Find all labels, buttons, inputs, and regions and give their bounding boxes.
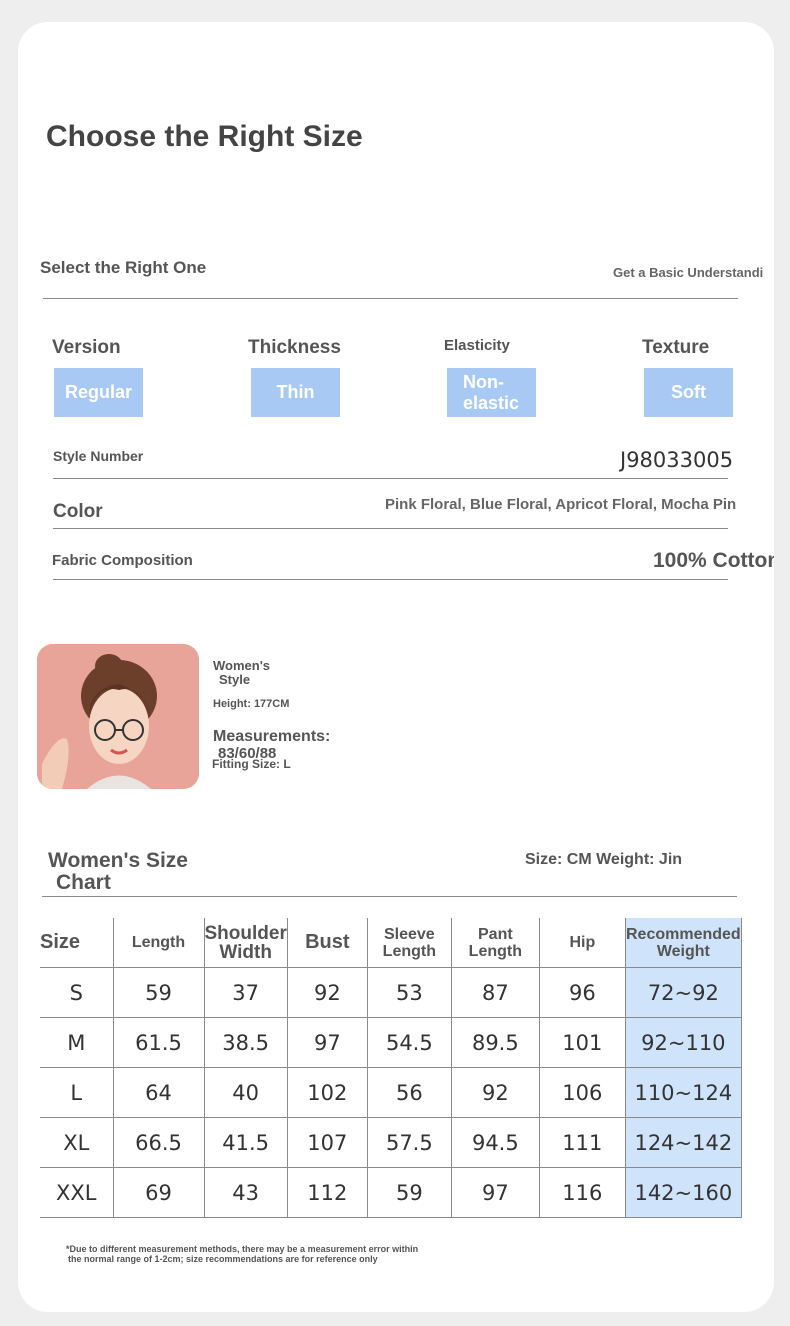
model-measurements-label: Measurements:	[213, 728, 331, 745]
size-table: Size Length Shoulder Width Bust Sleeve L…	[40, 918, 742, 1218]
model-style-line2: Style	[219, 672, 251, 687]
header-bust: Bust	[286, 918, 368, 968]
size-cell: XL	[40, 1117, 114, 1168]
divider	[53, 579, 728, 580]
color-value: Pink Floral, Blue Floral, Apricot Floral…	[385, 496, 737, 513]
shoulder-cell: 40	[203, 1067, 288, 1118]
header-size: Size	[40, 918, 114, 968]
pant-length-cell: 92	[450, 1067, 540, 1118]
model-height: Height: 177CM	[213, 698, 290, 710]
elasticity-value: Non-elastic	[463, 371, 520, 413]
hip-cell: 111	[538, 1117, 626, 1168]
size-chart-title-line1: Women's Size	[48, 849, 188, 872]
header-length: Length	[112, 918, 205, 968]
elasticity-value-badge: Non-elastic	[447, 368, 536, 417]
footnote-line2: the normal range of 1-2cm; size recommen…	[68, 1254, 378, 1264]
sleeve-cell: 57.5	[366, 1117, 452, 1168]
page-title: Choose the Right Size	[46, 120, 363, 153]
sleeve-cell: 59	[366, 1167, 452, 1218]
size-cell: M	[40, 1017, 114, 1068]
version-value: Regular	[64, 382, 133, 402]
hip-cell: 116	[538, 1167, 626, 1218]
size-chart-title-line2: Chart	[56, 871, 111, 894]
pant-length-cell: 94.5	[450, 1117, 540, 1168]
color-label: Color	[53, 501, 103, 522]
footnote-line1: *Due to different measurement methods, t…	[66, 1244, 419, 1254]
recommended-weight-cell: 72~92	[624, 967, 742, 1018]
texture-label: Texture	[642, 337, 710, 358]
divider	[43, 298, 738, 299]
length-cell: 69	[112, 1167, 205, 1218]
length-cell: 64	[112, 1067, 205, 1118]
recommended-weight-cell: 124~142	[624, 1117, 742, 1168]
table-row: L 64 40 102 56 92 106 110~124	[40, 1067, 742, 1118]
length-cell: 66.5	[112, 1117, 205, 1168]
texture-value-badge: Soft	[644, 368, 733, 417]
fabric-label: Fabric Composition	[52, 552, 193, 569]
version-label: Version	[52, 337, 121, 358]
thickness-label: Thickness	[248, 337, 341, 358]
section-subheading: Get a Basic Understandi	[613, 265, 764, 280]
shoulder-cell: 43	[203, 1167, 288, 1218]
model-style-line1: Women's	[213, 658, 271, 673]
section-heading: Select the Right One	[40, 258, 207, 277]
table-row: XXL 69 43 112 59 97 116 142~160	[40, 1167, 742, 1218]
hip-cell: 101	[538, 1017, 626, 1068]
thickness-value-badge: Thin	[251, 368, 340, 417]
elasticity-label: Elasticity	[444, 337, 510, 354]
bust-cell: 102	[286, 1067, 368, 1118]
pant-length-cell: 97	[450, 1167, 540, 1218]
shoulder-cell: 37	[203, 967, 288, 1018]
bust-cell: 97	[286, 1017, 368, 1068]
length-cell: 59	[112, 967, 205, 1018]
bust-cell: 92	[286, 967, 368, 1018]
header-pant-length: Pant Length	[450, 918, 540, 968]
header-shoulder-width: Shoulder Width	[203, 918, 288, 968]
divider	[42, 896, 737, 897]
thickness-value: Thin	[276, 382, 315, 402]
size-cell: L	[40, 1067, 114, 1118]
recommended-weight-cell: 142~160	[624, 1167, 742, 1218]
size-cell: S	[40, 967, 114, 1018]
texture-value: Soft	[671, 382, 706, 402]
header-recommended-weight: Recommended Weight	[624, 918, 742, 968]
bust-cell: 112	[286, 1167, 368, 1218]
model-photo	[37, 644, 199, 789]
hip-cell: 106	[538, 1067, 626, 1118]
size-chart-title: Women's Size Chart	[48, 850, 188, 894]
table-row: M 61.5 38.5 97 54.5 89.5 101 92~110	[40, 1017, 742, 1068]
sleeve-cell: 53	[366, 967, 452, 1018]
pant-length-cell: 87	[450, 967, 540, 1018]
length-cell: 61.5	[112, 1017, 205, 1068]
fabric-value: 100% Cotton	[653, 549, 774, 572]
recommended-weight-cell: 110~124	[624, 1067, 742, 1118]
size-table-header: Size Length Shoulder Width Bust Sleeve L…	[40, 918, 742, 968]
header-hip: Hip	[538, 918, 626, 968]
recommended-weight-cell: 92~110	[624, 1017, 742, 1068]
footnote: *Due to different measurement methods, t…	[66, 1244, 418, 1264]
style-number-value: J98033005	[620, 448, 734, 472]
size-chart-units: Size: CM Weight: Jin	[525, 851, 683, 868]
size-cell: XXL	[40, 1167, 114, 1218]
header-sleeve-length: Sleeve Length	[366, 918, 452, 968]
table-row: XL 66.5 41.5 107 57.5 94.5 111 124~142	[40, 1117, 742, 1168]
divider	[53, 478, 728, 479]
version-value-badge: Regular	[54, 368, 143, 417]
hip-cell: 96	[538, 967, 626, 1018]
divider	[53, 528, 728, 529]
sleeve-cell: 54.5	[366, 1017, 452, 1068]
pant-length-cell: 89.5	[450, 1017, 540, 1068]
style-number-label: Style Number	[53, 448, 144, 464]
size-guide-card: Choose the Right Size Select the Right O…	[18, 22, 774, 1312]
model-fitting-size: Fitting Size: L	[212, 757, 291, 771]
table-row: S 59 37 92 53 87 96 72~92	[40, 967, 742, 1018]
bust-cell: 107	[286, 1117, 368, 1168]
shoulder-cell: 41.5	[203, 1117, 288, 1168]
shoulder-cell: 38.5	[203, 1017, 288, 1068]
sleeve-cell: 56	[366, 1067, 452, 1118]
